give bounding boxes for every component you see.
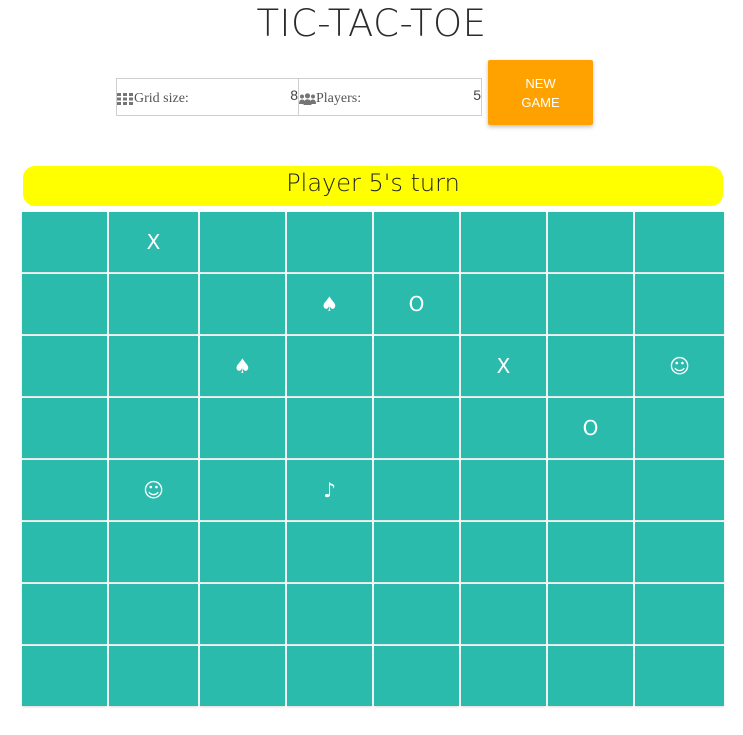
board-cell[interactable]: ♠ (200, 336, 285, 396)
board-cell[interactable] (635, 522, 724, 582)
board-cell[interactable] (635, 460, 724, 520)
board-cell[interactable] (548, 274, 633, 334)
new-game-button[interactable]: NEW GAME (488, 60, 593, 125)
board-cell[interactable] (22, 336, 107, 396)
cell-mark: ♠ (320, 292, 339, 316)
board-cell[interactable]: O (374, 274, 459, 334)
board-cell[interactable] (200, 274, 285, 334)
players-value[interactable]: 5 (473, 87, 481, 103)
board-cell[interactable]: ☺ (635, 336, 724, 396)
board-cell[interactable] (374, 522, 459, 582)
board-cell[interactable]: X (109, 212, 198, 272)
board-cell[interactable] (22, 212, 107, 272)
board-cell[interactable] (109, 522, 198, 582)
cell-mark: ♠ (233, 354, 252, 378)
board-cell[interactable] (22, 274, 107, 334)
board-cell[interactable] (635, 212, 724, 272)
board-cell[interactable] (374, 646, 459, 706)
cell-mark: ♪ (323, 478, 336, 502)
board-cell[interactable] (287, 398, 372, 458)
new-game-label-line2: GAME (521, 94, 560, 110)
page-title: TIC-TAC-TOE (256, 2, 487, 45)
grid-size-field[interactable]: Grid size: 8 (116, 78, 299, 116)
board-cell[interactable] (374, 212, 459, 272)
board-cell[interactable] (461, 398, 546, 458)
board-cell[interactable] (200, 646, 285, 706)
board-cell[interactable] (374, 398, 459, 458)
cell-mark: X (496, 354, 511, 378)
board-cell[interactable] (461, 522, 546, 582)
board-cell[interactable] (109, 646, 198, 706)
board-cell[interactable] (22, 460, 107, 520)
board-cell[interactable] (374, 460, 459, 520)
board-cell[interactable] (548, 646, 633, 706)
board-cell[interactable] (109, 398, 198, 458)
board-cell[interactable] (109, 584, 198, 644)
board-cell[interactable] (461, 274, 546, 334)
cell-mark: ☺ (143, 478, 164, 502)
players-field[interactable]: Players: 5 (298, 78, 482, 116)
board-cell[interactable]: ♠ (287, 274, 372, 334)
board-cell[interactable] (374, 584, 459, 644)
board-cell[interactable] (22, 398, 107, 458)
board-cell[interactable] (200, 522, 285, 582)
grid-icon (117, 92, 133, 105)
board-cell[interactable] (109, 336, 198, 396)
board-cell[interactable] (287, 212, 372, 272)
board-cell[interactable]: O (548, 398, 633, 458)
board-cell[interactable] (461, 646, 546, 706)
board-cell[interactable] (548, 212, 633, 272)
board-cell[interactable] (287, 522, 372, 582)
grid-size-label: Grid size: (134, 91, 189, 106)
board-cell[interactable] (200, 584, 285, 644)
board-cell[interactable] (461, 212, 546, 272)
board-cell[interactable] (374, 336, 459, 396)
cell-mark: O (582, 416, 599, 440)
board-cell[interactable] (635, 398, 724, 458)
board-cell[interactable]: X (461, 336, 546, 396)
board-cell[interactable] (548, 336, 633, 396)
board-cell[interactable] (200, 212, 285, 272)
cell-mark: X (146, 230, 161, 254)
board-cell[interactable] (200, 398, 285, 458)
cell-mark: ☺ (669, 354, 690, 378)
board-cell[interactable] (635, 584, 724, 644)
users-icon (299, 92, 316, 105)
new-game-label-line1: NEW (525, 75, 556, 91)
board-cell[interactable] (548, 584, 633, 644)
board-cell[interactable] (635, 646, 724, 706)
board-cell[interactable] (109, 274, 198, 334)
board-cell[interactable]: ☺ (109, 460, 198, 520)
board-cell[interactable] (635, 274, 724, 334)
board-cell[interactable] (548, 522, 633, 582)
turn-status-banner: Player 5's turn (23, 166, 723, 206)
board-cell[interactable] (22, 522, 107, 582)
board-cell[interactable] (200, 460, 285, 520)
board-cell[interactable]: ♪ (287, 460, 372, 520)
board-cell[interactable] (461, 584, 546, 644)
cell-mark: O (408, 292, 425, 316)
board-cell[interactable] (287, 646, 372, 706)
board-cell[interactable] (287, 584, 372, 644)
board-cell[interactable] (287, 336, 372, 396)
board-cell[interactable] (461, 460, 546, 520)
players-label: Players: (316, 91, 362, 106)
board-cell[interactable] (22, 584, 107, 644)
game-board: X ♠ O ♠ X ☺ O ☺ ♪ (22, 212, 724, 708)
board-cell[interactable] (548, 460, 633, 520)
board-cell[interactable] (22, 646, 107, 706)
grid-size-value[interactable]: 8 (290, 87, 298, 103)
